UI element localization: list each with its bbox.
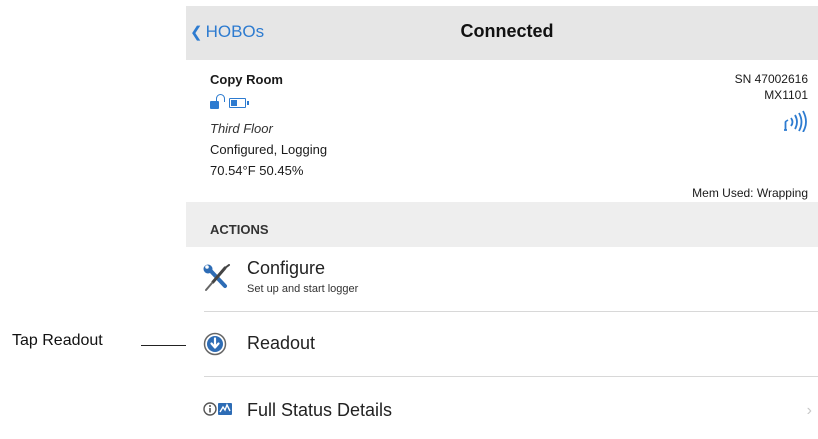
- full-status-action[interactable]: Full Status Details ›: [186, 377, 818, 439]
- device-location: Third Floor: [210, 121, 273, 136]
- callout-label: Tap Readout: [12, 332, 103, 349]
- device-name: Copy Room: [210, 72, 283, 87]
- readout-title: Readout: [247, 333, 316, 353]
- unlock-icon: [210, 94, 225, 110]
- device-status: Configured, Logging: [210, 142, 328, 157]
- download-arrow-icon: [203, 332, 227, 356]
- configure-title: Configure: [247, 258, 326, 278]
- navigation-bar: ❮ HOBOs Connected: [186, 6, 818, 60]
- actions-section-header: ACTIONS: [186, 202, 818, 247]
- info-status-icon: [203, 402, 232, 416]
- serial-number: SN 47002616: [734, 72, 808, 86]
- actions-header-label: ACTIONS: [210, 222, 269, 237]
- device-card: Copy Room Third Floor Configured, Loggin…: [186, 60, 818, 202]
- memory-status: Mem Used: Wrapping: [692, 186, 808, 200]
- configure-action[interactable]: Configure Set up and start logger: [186, 247, 818, 311]
- bluetooth-signal-icon: [784, 110, 807, 132]
- device-status-icons: [210, 92, 249, 110]
- wrench-screwdriver-icon: [203, 264, 230, 291]
- configure-subtitle: Set up and start logger: [247, 283, 359, 295]
- full-status-title: Full Status Details: [247, 400, 393, 420]
- battery-icon: [229, 98, 249, 108]
- app-screen: ❮ HOBOs Connected Copy Room Third Floor C…: [186, 6, 818, 439]
- page-title: Connected: [460, 21, 554, 41]
- chevron-right-icon: ›: [806, 402, 812, 419]
- model-number: MX1101: [764, 88, 808, 102]
- readout-action[interactable]: Readout: [186, 312, 818, 376]
- device-reading: 70.54°F 50.45%: [210, 163, 304, 178]
